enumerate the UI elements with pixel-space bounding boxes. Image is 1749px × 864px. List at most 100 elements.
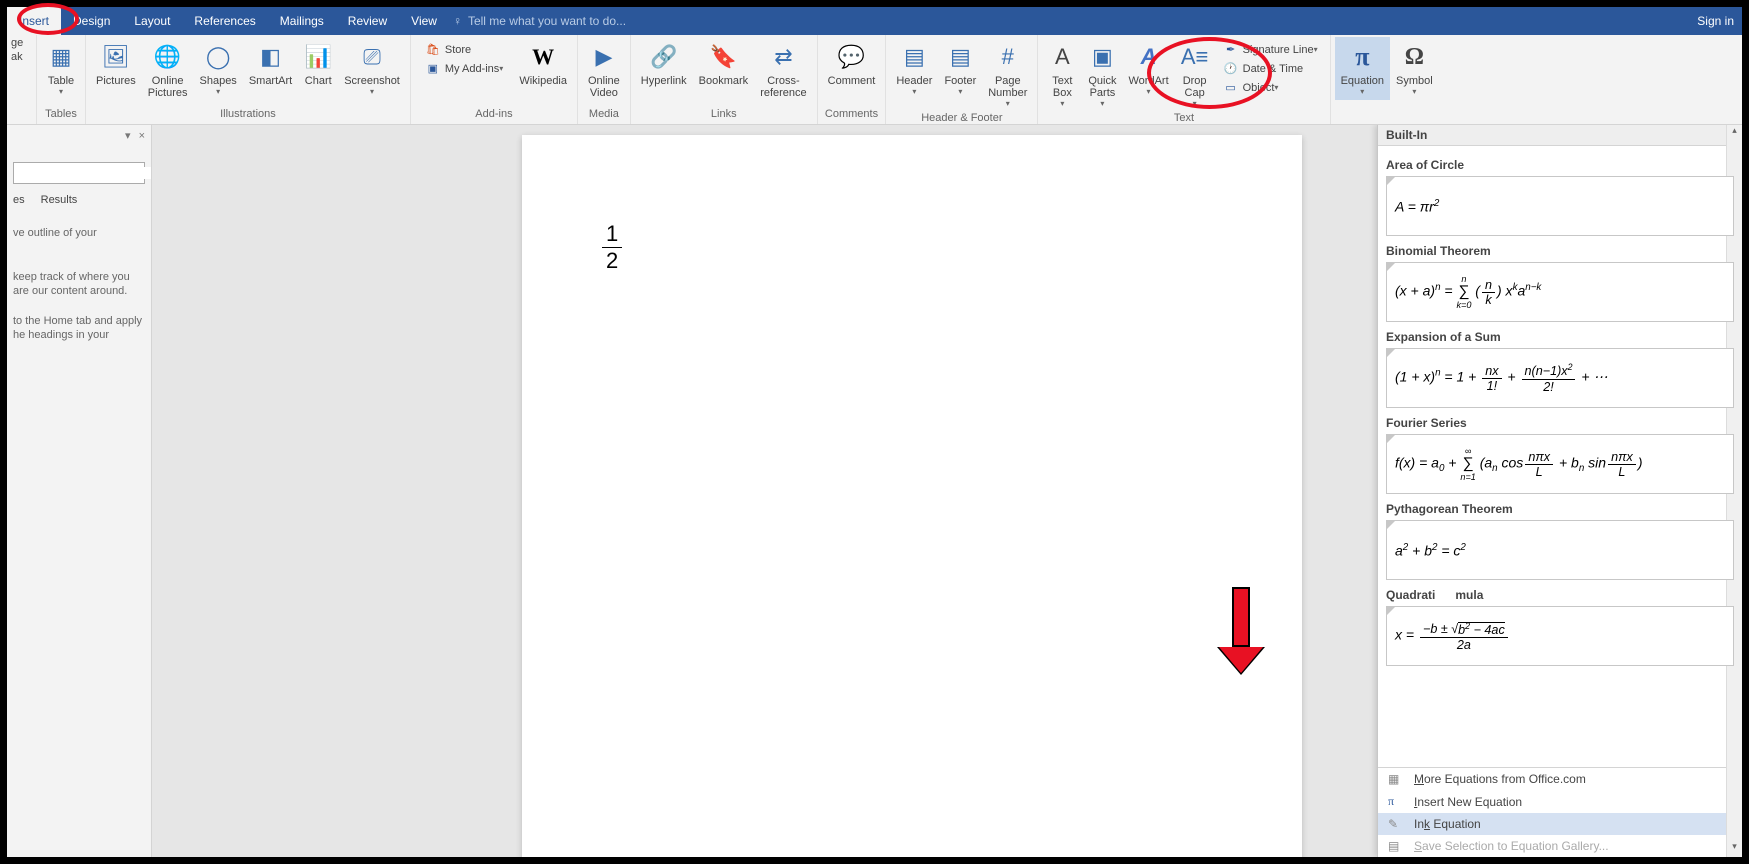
- ribbon: ge ak ▦ Table Tables 🖼Pictures 🌐OnlinePi…: [7, 35, 1742, 125]
- document-page[interactable]: 1 2: [522, 135, 1302, 857]
- group-symbols: πEquation ΩSymbol: [1331, 35, 1443, 124]
- ink-icon: ✎: [1388, 817, 1404, 831]
- gallery-cat-quad: Quadrati mula: [1386, 588, 1734, 602]
- datetime-button[interactable]: 🕐Date & Time: [1219, 60, 1322, 77]
- equation-object[interactable]: 1 2: [602, 221, 622, 274]
- smartart-button[interactable]: ◧SmartArt: [243, 37, 298, 91]
- hyperlink-button[interactable]: 🔗Hyperlink: [635, 37, 693, 91]
- group-links: 🔗Hyperlink 🔖Bookmark ⇄Cross-reference Li…: [631, 35, 818, 124]
- hyperlink-icon: 🔗: [650, 41, 677, 73]
- video-icon: ▶: [595, 41, 612, 73]
- work-area: ▾ × 🔍 ▾ es Results ve outline of your ke…: [7, 125, 1742, 857]
- tab-review[interactable]: Review: [336, 7, 399, 35]
- tab-references[interactable]: References: [182, 7, 267, 35]
- screenshot-button[interactable]: ⎚Screenshot: [338, 37, 406, 100]
- nav-search-input[interactable]: [14, 167, 152, 179]
- crossref-button[interactable]: ⇄Cross-reference: [754, 37, 812, 103]
- navigation-pane: ▾ × 🔍 ▾ es Results ve outline of your ke…: [7, 125, 152, 857]
- tab-design[interactable]: Design: [61, 7, 122, 35]
- nav-hint-2: keep track of where you are our content …: [13, 270, 145, 298]
- quickparts-button[interactable]: ▣QuickParts: [1082, 37, 1122, 112]
- bookmark-button[interactable]: 🔖Bookmark: [693, 37, 755, 91]
- group-label-comments: Comments: [822, 108, 882, 122]
- nav-dropdown[interactable]: ▾: [125, 129, 131, 142]
- gallery-cat-binom: Binomial Theorem: [1386, 244, 1734, 258]
- header-icon: ▤: [904, 41, 925, 73]
- wikipedia-icon: W: [532, 41, 554, 73]
- tab-insert[interactable]: Insert: [7, 7, 61, 35]
- shapes-icon: ◯: [206, 41, 231, 73]
- symbol-button[interactable]: ΩSymbol: [1390, 37, 1439, 100]
- group-media: ▶OnlineVideo Media: [578, 35, 631, 124]
- nav-search-box[interactable]: 🔍 ▾: [13, 162, 145, 184]
- object-icon: ▭: [1223, 81, 1239, 94]
- store-button[interactable]: 🛍Store: [421, 41, 507, 58]
- quickparts-icon: ▣: [1092, 41, 1113, 73]
- pi-icon: π: [1388, 794, 1404, 809]
- online-video-button[interactable]: ▶OnlineVideo: [582, 37, 626, 103]
- gallery-cat-area: Area of Circle: [1386, 158, 1734, 172]
- wordart-icon: A: [1141, 41, 1157, 73]
- tab-layout[interactable]: Layout: [122, 7, 182, 35]
- tab-view[interactable]: View: [399, 7, 449, 35]
- comment-button[interactable]: 💬Comment: [822, 37, 882, 91]
- pagenumber-button[interactable]: #PageNumber: [982, 37, 1033, 112]
- shapes-button[interactable]: ◯Shapes: [194, 37, 243, 100]
- header-button[interactable]: ▤Header: [890, 37, 938, 100]
- tell-me-search[interactable]: ♀ Tell me what you want to do...: [453, 14, 626, 28]
- gallery-item-pythagorean[interactable]: a2 + b2 = c2: [1386, 520, 1734, 580]
- gallery-cat-expansion: Expansion of a Sum: [1386, 330, 1734, 344]
- object-button[interactable]: ▭Object: [1219, 79, 1322, 96]
- group-addins: 🛍Store ▣My Add-ins WWikipedia Add-ins: [411, 35, 578, 124]
- group-illustrations: 🖼Pictures 🌐OnlinePictures ◯Shapes ◧Smart…: [86, 35, 411, 124]
- signature-icon: ✒: [1223, 43, 1239, 56]
- office-icon: ▦: [1388, 772, 1404, 786]
- ink-equation[interactable]: ✎Ink Equation: [1378, 813, 1742, 835]
- pictures-icon: 🖼: [102, 41, 130, 73]
- gallery-item-quadratic[interactable]: x = −b ± √b2 − 4ac2a: [1386, 606, 1734, 666]
- equation-icon: π: [1355, 41, 1369, 73]
- bulb-icon: ♀: [453, 14, 462, 28]
- signature-button[interactable]: ✒Signature Line: [1219, 41, 1322, 58]
- sign-in-link[interactable]: Sign in: [1697, 14, 1734, 28]
- chart-button[interactable]: 📊Chart: [298, 37, 338, 91]
- gallery-item-expansion[interactable]: (1 + x)n = 1 + nx1! + n(n−1)x22! + ⋯: [1386, 348, 1734, 408]
- gallery-item-fourier[interactable]: f(x) = a0 + ∞∑n=1 (an cosnπxL + bn sinnπ…: [1386, 434, 1734, 494]
- group-label-links: Links: [635, 108, 813, 122]
- pagenumber-icon: #: [1002, 41, 1014, 73]
- group-pages-partial: ge ak: [7, 35, 37, 124]
- tab-mailings[interactable]: Mailings: [268, 7, 336, 35]
- nav-tab-results[interactable]: Results: [41, 194, 78, 206]
- gallery-item-area-circle[interactable]: A = πr2: [1386, 176, 1734, 236]
- equation-button[interactable]: πEquation: [1335, 37, 1390, 100]
- table-icon: ▦: [51, 41, 72, 73]
- wikipedia-button[interactable]: WWikipedia: [513, 37, 573, 91]
- textbox-button[interactable]: ATextBox: [1042, 37, 1082, 112]
- page-button-partial[interactable]: ge: [11, 37, 23, 49]
- equation-gallery: ▴▾ Built-In Area of Circle A = πr2 Binom…: [1377, 125, 1742, 857]
- insert-new-equation[interactable]: πInsert New Equation: [1378, 790, 1742, 813]
- screenshot-icon: ⎚: [363, 41, 381, 73]
- nav-close-button[interactable]: ×: [139, 130, 145, 142]
- gallery-header: Built-In: [1378, 125, 1742, 146]
- wordart-button[interactable]: AWordArt: [1122, 37, 1174, 100]
- more-equations-link[interactable]: ▦More Equations from Office.com▸: [1378, 768, 1742, 790]
- group-text: ATextBox ▣QuickParts AWordArt A≡DropCap …: [1038, 35, 1330, 124]
- footer-button[interactable]: ▤Footer: [938, 37, 982, 100]
- nav-hint-1: ve outline of your: [13, 226, 145, 240]
- pictures-button[interactable]: 🖼Pictures: [90, 37, 142, 91]
- group-label-tables: Tables: [41, 108, 81, 122]
- dropcap-button[interactable]: A≡DropCap: [1175, 37, 1215, 112]
- online-pictures-button[interactable]: 🌐OnlinePictures: [142, 37, 194, 103]
- footer-icon: ▤: [950, 41, 971, 73]
- nav-tab-headings[interactable]: es: [13, 194, 25, 206]
- break-button-partial[interactable]: ak: [11, 51, 23, 63]
- group-comments: 💬Comment Comments: [818, 35, 887, 124]
- comment-icon: 💬: [838, 41, 865, 73]
- gallery-footer: ▦More Equations from Office.com▸ πInsert…: [1378, 767, 1742, 857]
- nav-hint-3: to the Home tab and apply he headings in…: [13, 314, 145, 342]
- myaddins-button[interactable]: ▣My Add-ins: [421, 60, 507, 77]
- gallery-item-binomial[interactable]: (x + a)n = n∑k=0 (nk) xkan−k: [1386, 262, 1734, 322]
- table-button[interactable]: ▦ Table: [41, 37, 81, 100]
- document-area[interactable]: 1 2 ▴▾ Built-In Area of Circle A = πr2 B…: [152, 125, 1742, 857]
